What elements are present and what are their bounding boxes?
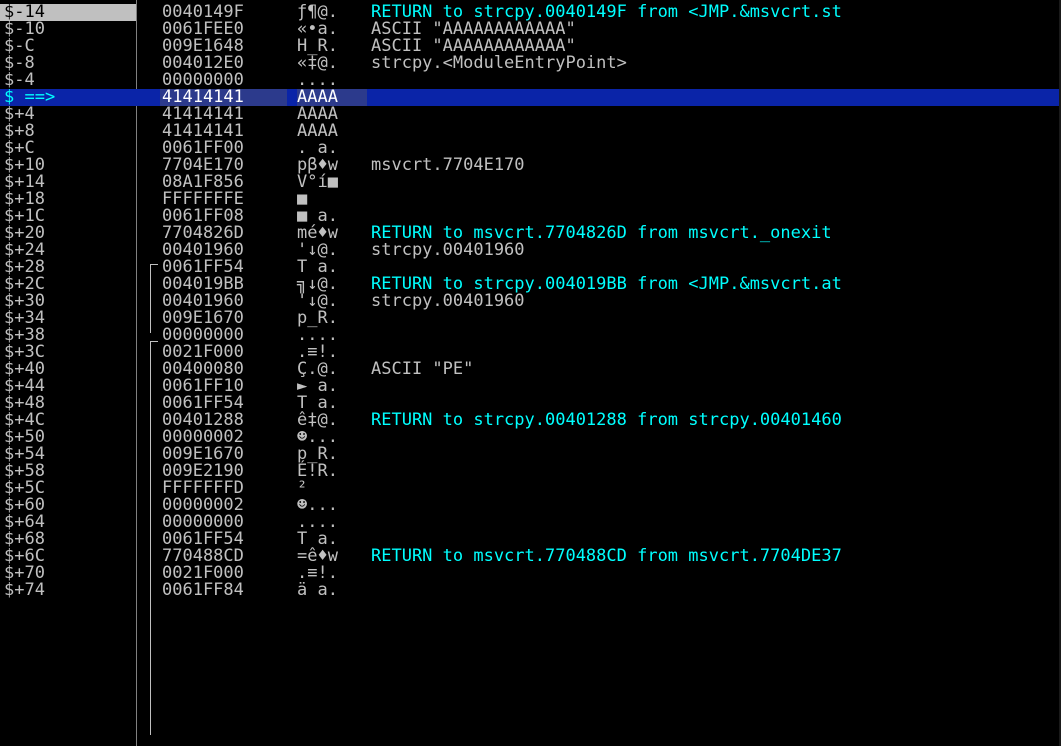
stack-row[interactable]: $+34 009E1670 p_R. (0, 310, 1061, 327)
stack-row[interactable]: $+74 0061FF84 ä a. (0, 582, 1061, 599)
frame-bracket (150, 341, 158, 735)
stack-row[interactable]: $+60 00000002 ☻... (0, 497, 1061, 514)
stack-row[interactable]: $ ==> 41414141 AAAA (0, 89, 1061, 106)
stack-comment: strcpy.<ModuleEntryPoint> (371, 53, 627, 73)
stack-row[interactable]: $-8 004012E0 «‡@. strcpy.<ModuleEntryPoint> (0, 55, 1061, 72)
stack-row[interactable]: $+38 00000000.... (0, 327, 1061, 344)
stack-ascii: ä a. (297, 580, 338, 600)
stack-row[interactable]: $+30 00401960 '↓@. strcpy.00401960 (0, 293, 1061, 310)
stack-ascii: V°í■ (297, 172, 338, 192)
stack-row[interactable]: $+3C 0021F000 .≡!. (0, 344, 1061, 361)
frame-bracket (150, 264, 158, 333)
stack-row[interactable]: $+64 00000000.... (0, 514, 1061, 531)
stack-row[interactable]: $+8 41414141 AAAA (0, 123, 1061, 140)
stack-row[interactable]: $+5C FFFFFFFD ² (0, 480, 1061, 497)
stack-row[interactable]: $+40 00400080 Ç.@. ASCII "PE" (0, 361, 1061, 378)
stack-row[interactable]: $+14 08A1F856 V°í■ (0, 174, 1061, 191)
stack-comment: RETURN to msvcrt.770488CD from msvcrt.77… (371, 546, 842, 566)
stack-comment: RETURN to strcpy.00401288 from strcpy.00… (371, 410, 842, 430)
stack-comment: strcpy.00401960 (371, 291, 525, 311)
stack-comment: msvcrt.7704E170 (371, 155, 525, 175)
stack-comment: ASCII "PE" (371, 359, 474, 379)
stack-row[interactable]: $+C 0061FF00. a. (0, 140, 1061, 157)
stack-row[interactable]: $+4 41414141 AAAA (0, 106, 1061, 123)
stack-row[interactable]: $+24 00401960 '↓@. strcpy.00401960 (0, 242, 1061, 259)
stack-row[interactable]: $+2C 004019BB ╗↓@. RETURN to strcpy.004019B… (0, 276, 1061, 293)
stack-row[interactable]: $+18 FFFFFFFE ■ (0, 191, 1061, 208)
stack-row[interactable]: $+54 009E1670 p_R. (0, 446, 1061, 463)
stack-ascii: É!R. (297, 461, 338, 481)
stack-row[interactable]: $+6C 770488CD =ê♦w RETURN to msvcrt.770488C… (0, 548, 1061, 565)
stack-comment: strcpy.00401960 (371, 240, 525, 260)
stack-row[interactable]: $+44 0061FF10 ► a. (0, 378, 1061, 395)
stack-row[interactable]: $+4C 00401288 ê‡@. RETURN to strcpy.0040128… (0, 412, 1061, 429)
stack-row[interactable]: $+50 00000002 ☻... (0, 429, 1061, 446)
stack-row[interactable]: $+20 7704826D mé♦w RETURN to msvcrt.7704826… (0, 225, 1061, 242)
stack-offset: $+74 (4, 580, 45, 600)
stack-row[interactable]: $+70 0021F000 .≡!. (0, 565, 1061, 582)
stack-row[interactable]: $-4 00000000.... (0, 72, 1061, 89)
stack-row[interactable]: $+58 009E2190 É!R. (0, 463, 1061, 480)
stack-pane[interactable]: $-14 0040149F ƒ¶@. RETURN to strcpy.0040149… (0, 0, 1061, 746)
stack-row[interactable]: $+10 7704E170 pβ♦w msvcrt.7704E170 (0, 157, 1061, 174)
stack-value[interactable]: 0061FF84 (160, 582, 287, 599)
